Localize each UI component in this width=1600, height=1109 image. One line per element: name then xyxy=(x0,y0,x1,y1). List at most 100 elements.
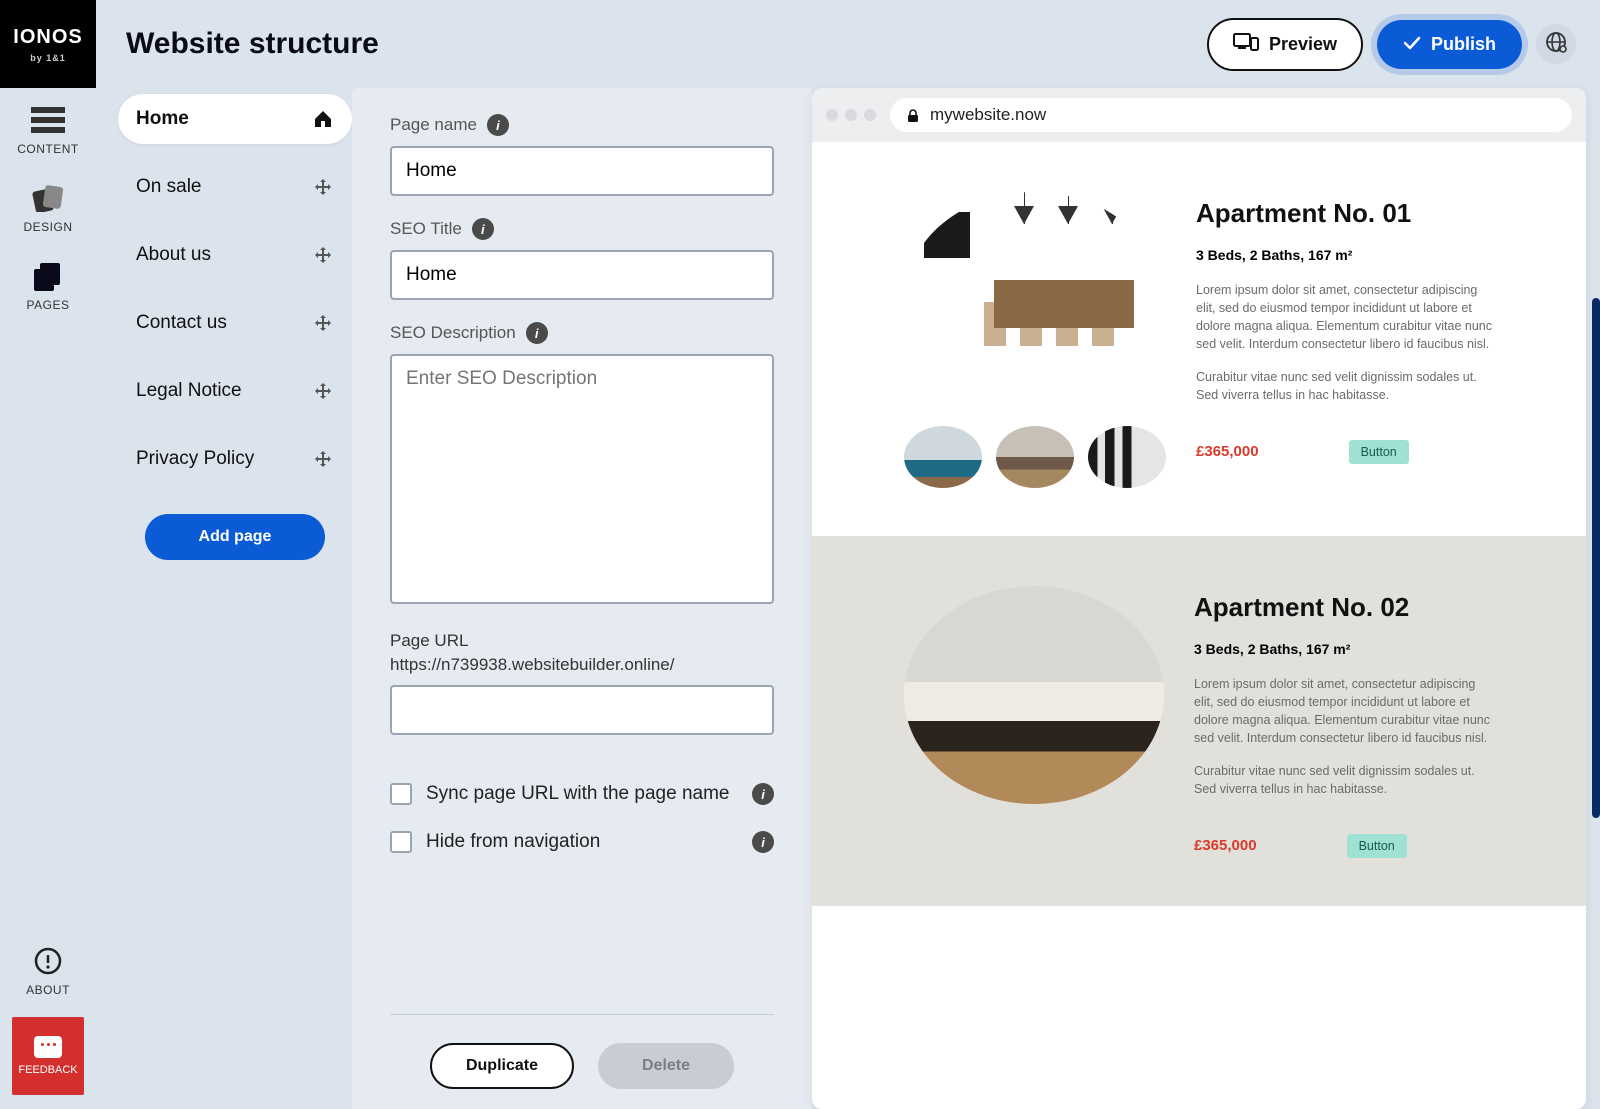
page-item-legal-notice[interactable]: Legal Notice xyxy=(118,366,352,416)
about-icon xyxy=(30,947,66,975)
seo-title-label: SEO Title xyxy=(390,219,462,239)
delete-label: Delete xyxy=(642,1057,690,1074)
page-url-input[interactable] xyxy=(390,685,774,735)
listing-meta: 3 Beds, 2 Baths, 167 m² xyxy=(1194,641,1550,657)
page-item-home[interactable]: Home xyxy=(118,94,352,144)
preview-button[interactable]: Preview xyxy=(1207,18,1363,71)
hide-nav-label: Hide from navigation xyxy=(426,831,600,853)
listing-card: Apartment No. 02 3 Beds, 2 Baths, 167 m²… xyxy=(812,536,1586,906)
rail-pages[interactable]: PAGES xyxy=(0,244,96,322)
page-item-label: Contact us xyxy=(136,312,227,334)
listing-hero-image xyxy=(904,192,1164,410)
info-icon[interactable]: i xyxy=(752,831,774,853)
listing-body: Lorem ipsum dolor sit amet, consectetur … xyxy=(1196,281,1496,354)
chat-icon xyxy=(34,1036,62,1058)
info-icon[interactable]: i xyxy=(472,218,494,240)
globe-icon xyxy=(1545,31,1567,58)
delete-button: Delete xyxy=(598,1043,734,1089)
listing-cta-button[interactable]: Button xyxy=(1347,834,1407,858)
drag-handle-icon[interactable] xyxy=(312,380,334,402)
listing-hero-image xyxy=(904,586,1164,804)
info-icon[interactable]: i xyxy=(752,783,774,805)
listing-price: £365,000 xyxy=(1194,837,1257,854)
listing-thumb[interactable] xyxy=(904,426,982,488)
rail-design[interactable]: DESIGN xyxy=(0,166,96,244)
check-icon xyxy=(1403,34,1421,55)
pages-panel: Home On sale About us Contact us xyxy=(118,88,352,1109)
brand-logo: IONOS by 1&1 xyxy=(0,0,96,88)
publish-label: Publish xyxy=(1431,34,1496,55)
page-name-input[interactable] xyxy=(390,146,774,196)
info-icon[interactable]: i xyxy=(526,322,548,344)
brand-byline: by 1&1 xyxy=(30,53,66,63)
page-settings-panel: Page name i SEO Title i SEO Description … xyxy=(352,88,812,1109)
content-icon xyxy=(30,106,66,134)
language-button[interactable] xyxy=(1536,24,1576,64)
listing-thumb[interactable] xyxy=(996,426,1074,488)
preview-label: Preview xyxy=(1269,34,1337,55)
site-canvas[interactable]: Apartment No. 01 3 Beds, 2 Baths, 167 m²… xyxy=(812,142,1586,1109)
lock-icon xyxy=(906,108,920,122)
hide-nav-checkbox[interactable] xyxy=(390,831,412,853)
rail-about[interactable]: ABOUT xyxy=(0,929,96,1007)
seo-title-input[interactable] xyxy=(390,250,774,300)
drag-handle-icon[interactable] xyxy=(312,176,334,198)
page-item-label: About us xyxy=(136,244,211,266)
listing-title: Apartment No. 02 xyxy=(1194,592,1550,623)
drag-handle-icon[interactable] xyxy=(312,448,334,470)
listing-price: £365,000 xyxy=(1196,443,1259,460)
page-item-label: Privacy Policy xyxy=(136,448,254,470)
publish-button[interactable]: Publish xyxy=(1377,20,1522,69)
page-url-base: https://n739938.websitebuilder.online/ xyxy=(390,655,774,675)
devices-icon xyxy=(1233,32,1259,57)
scrollbar[interactable] xyxy=(1592,298,1600,818)
duplicate-button[interactable]: Duplicate xyxy=(430,1043,574,1089)
pages-icon xyxy=(30,262,66,290)
drag-handle-icon[interactable] xyxy=(312,244,334,266)
feedback-label: FEEDBACK xyxy=(18,1064,77,1076)
listing-body: Curabitur vitae nunc sed velit dignissim… xyxy=(1194,762,1494,798)
nav-rail: IONOS by 1&1 CONTENT DESIGN PAGES ABOUT xyxy=(0,0,96,1109)
page-item-label: On sale xyxy=(136,176,201,198)
page-name-label: Page name xyxy=(390,115,477,135)
add-page-label: Add page xyxy=(199,528,272,545)
sync-url-label: Sync page URL with the page name xyxy=(426,783,729,805)
rail-content[interactable]: CONTENT xyxy=(0,88,96,166)
topbar: Website structure Preview Publish xyxy=(96,0,1600,88)
listing-title: Apartment No. 01 xyxy=(1196,198,1550,229)
listing-body: Lorem ipsum dolor sit amet, consectetur … xyxy=(1194,675,1494,748)
page-item-privacy-policy[interactable]: Privacy Policy xyxy=(118,434,352,484)
listing-thumb[interactable] xyxy=(1088,426,1166,488)
page-item-label: Legal Notice xyxy=(136,380,242,402)
info-icon[interactable]: i xyxy=(487,114,509,136)
seo-description-input[interactable] xyxy=(390,354,774,604)
page-title: Website structure xyxy=(126,27,379,61)
drag-handle-icon[interactable] xyxy=(312,312,334,334)
rail-about-label: ABOUT xyxy=(26,983,70,997)
listing-body: Curabitur vitae nunc sed velit dignissim… xyxy=(1196,368,1496,404)
feedback-button[interactable]: FEEDBACK xyxy=(12,1017,84,1095)
rail-pages-label: PAGES xyxy=(27,298,70,312)
rail-content-label: CONTENT xyxy=(17,142,79,156)
home-icon xyxy=(312,108,334,130)
sync-url-row: Sync page URL with the page name i xyxy=(390,783,774,805)
listing-card: Apartment No. 01 3 Beds, 2 Baths, 167 m²… xyxy=(812,142,1586,536)
seo-description-label: SEO Description xyxy=(390,323,516,343)
page-item-contact-us[interactable]: Contact us xyxy=(118,298,352,348)
page-item-on-sale[interactable]: On sale xyxy=(118,162,352,212)
rail-design-label: DESIGN xyxy=(23,220,72,234)
design-icon xyxy=(30,184,66,212)
address-bar: mywebsite.now xyxy=(890,98,1572,132)
preview-browser: mywebsite.now xyxy=(812,88,1586,1109)
sync-url-checkbox[interactable] xyxy=(390,783,412,805)
address-text: mywebsite.now xyxy=(930,105,1046,125)
duplicate-label: Duplicate xyxy=(466,1057,538,1074)
page-url-label: Page URL xyxy=(390,631,774,651)
page-item-about-us[interactable]: About us xyxy=(118,230,352,280)
listing-cta-button[interactable]: Button xyxy=(1349,440,1409,464)
browser-chrome: mywebsite.now xyxy=(812,88,1586,142)
add-page-button[interactable]: Add page xyxy=(145,514,325,560)
page-item-label: Home xyxy=(136,108,189,130)
brand-name: IONOS xyxy=(13,26,82,49)
hide-nav-row: Hide from navigation i xyxy=(390,831,774,853)
